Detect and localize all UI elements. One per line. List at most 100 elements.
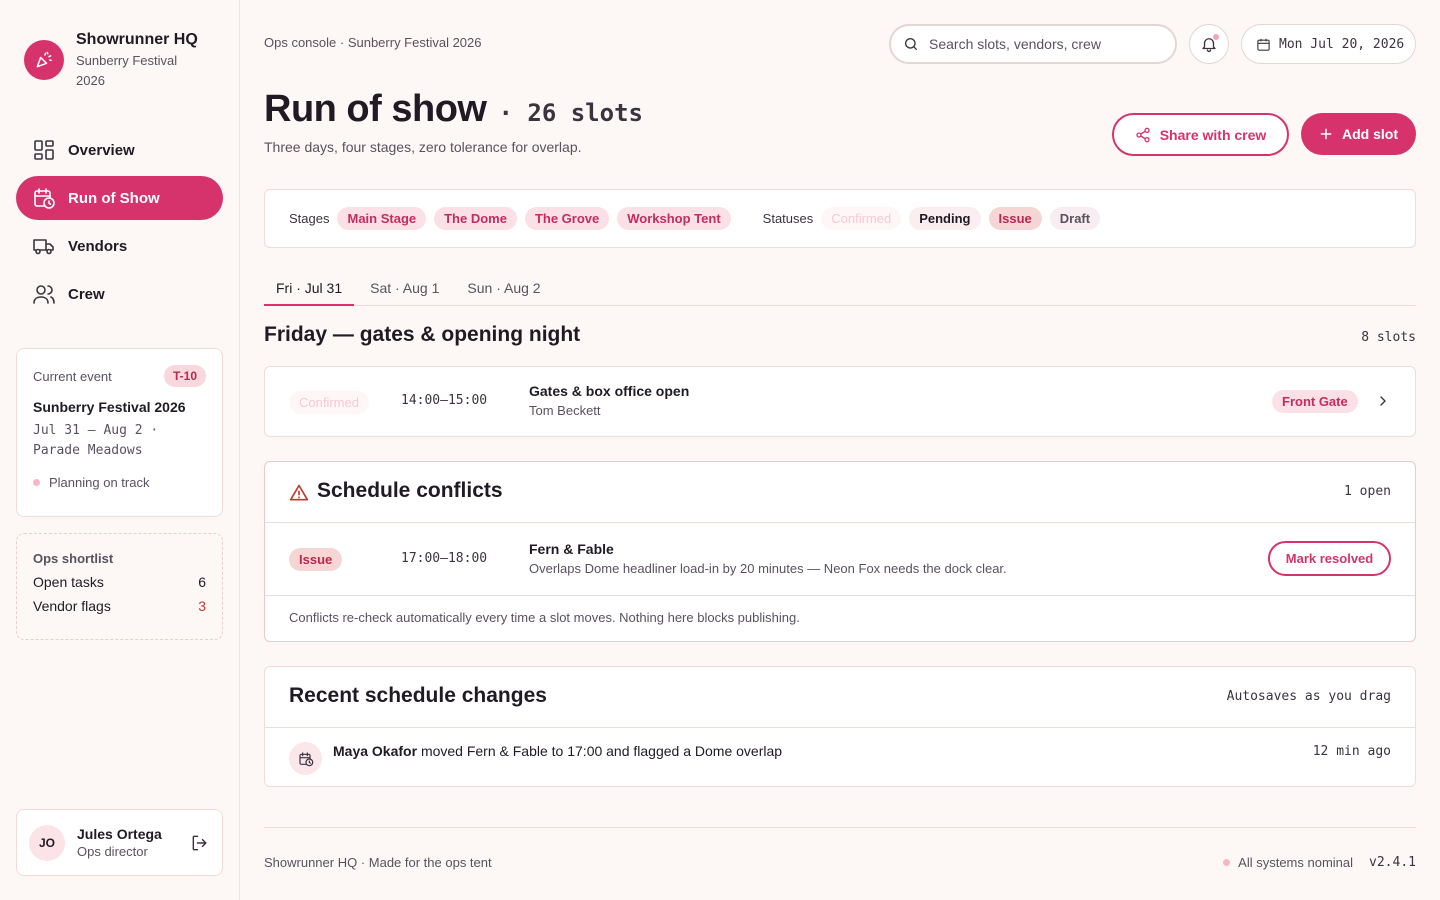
slot-row[interactable]: Confirmed 14:00–15:00 Gates & box office… bbox=[264, 366, 1416, 437]
page-title-row: Run of show · 26 slots bbox=[264, 88, 643, 131]
conflicts-header: Schedule conflicts 1 open bbox=[265, 462, 1415, 523]
stages-label: Stages bbox=[289, 211, 330, 226]
notifications-button[interactable] bbox=[1189, 24, 1229, 64]
notification-dot bbox=[1213, 34, 1219, 40]
schedule-conflicts-panel: Schedule conflicts 1 open Issue 17:00–18… bbox=[264, 461, 1416, 642]
shortlist-value: 3 bbox=[198, 598, 206, 614]
system-status: All systems nominal v2.4.1 bbox=[1223, 855, 1416, 870]
shortlist-label: Open tasks bbox=[33, 574, 104, 590]
user-name: Jules Ortega bbox=[77, 826, 162, 842]
filter-chip-draft[interactable]: Draft bbox=[1049, 207, 1101, 230]
shortlist-row-vendor-flags[interactable]: Vendor flags 3 bbox=[33, 598, 206, 614]
conflict-detail: Overlaps Dome headliner load-in by 20 mi… bbox=[529, 561, 1007, 576]
grid-icon bbox=[34, 140, 54, 160]
autosave-note: Autosaves as you drag bbox=[1226, 689, 1391, 704]
search-box[interactable] bbox=[889, 24, 1177, 64]
event-dates: Jul 31 – Aug 2 · Parade Meadows bbox=[33, 423, 159, 458]
shortlist-title: Ops shortlist bbox=[33, 551, 114, 566]
slot-title: Gates & box office open bbox=[529, 383, 690, 399]
footer: Showrunner HQ · Made for the ops tent Al… bbox=[264, 827, 1416, 887]
event-status: Planning on track bbox=[33, 475, 206, 490]
sidebar-item-label: Run of Show bbox=[68, 189, 160, 207]
filter-chip-the-grove[interactable]: The Grove bbox=[524, 207, 610, 230]
filter-chip-issue[interactable]: Issue bbox=[988, 207, 1042, 230]
sidebar-item-run-of-show[interactable]: Run of Show bbox=[16, 176, 223, 220]
changes-header: Recent schedule changes Autosaves as you… bbox=[265, 667, 1415, 728]
slot-owner: Tom Beckett bbox=[529, 403, 601, 418]
sidebar-item-vendors[interactable]: Vendors bbox=[16, 224, 223, 268]
filter-chip-pending[interactable]: Pending bbox=[909, 207, 981, 230]
shortlist-row-open-tasks[interactable]: Open tasks 6 bbox=[33, 574, 206, 590]
day-tabs: Fri · Jul 31 Sat · Aug 1 Sun · Aug 2 bbox=[264, 270, 1416, 306]
countdown-badge: T-10 bbox=[163, 365, 206, 387]
sidebar-item-overview[interactable]: Overview bbox=[16, 128, 223, 172]
sidebar-item-label: Overview bbox=[68, 141, 135, 159]
truck-icon bbox=[33, 239, 54, 255]
change-entry[interactable]: Maya Okafor moved Fern & Fable to 17:00 … bbox=[333, 743, 782, 759]
conflicts-note: Conflicts re-check automatically every t… bbox=[289, 610, 800, 625]
recent-changes-panel: Recent schedule changes Autosaves as you… bbox=[264, 666, 1416, 787]
sidebar-item-label: Crew bbox=[68, 285, 105, 303]
tab-sat-aug-1[interactable]: Sat · Aug 1 bbox=[358, 270, 451, 306]
current-event-card[interactable]: Current event T-10 Sunberry Festival 202… bbox=[16, 348, 223, 517]
event-card-label: Current event bbox=[33, 368, 112, 384]
day-section-title: Friday — gates & opening night bbox=[264, 323, 581, 346]
status-dot bbox=[1223, 859, 1231, 866]
slot-count: · 26 slots bbox=[498, 99, 643, 127]
conflict-title: Fern & Fable bbox=[529, 541, 614, 557]
change-text: moved Fern & Fable to 17:00 and flagged … bbox=[420, 743, 783, 759]
add-slot-button[interactable]: Add slot bbox=[1301, 113, 1416, 155]
brand[interactable]: Showrunner HQ Sunberry Festival 2026 bbox=[24, 30, 198, 91]
shortlist-value: 6 bbox=[198, 574, 206, 590]
change-time: 12 min ago bbox=[1312, 744, 1391, 759]
footer-text: Showrunner HQ · Made for the ops tent bbox=[264, 855, 492, 870]
conflict-time: 17:00–18:00 bbox=[401, 551, 488, 566]
system-status-text: All systems nominal bbox=[1238, 855, 1354, 870]
add-slot-label: Add slot bbox=[1342, 126, 1398, 142]
filter-bar: Stages Main Stage The Dome The Grove Wor… bbox=[264, 189, 1416, 248]
plus-icon bbox=[1320, 128, 1332, 140]
location-chip: Front Gate bbox=[1272, 390, 1358, 413]
sidebar: Showrunner HQ Sunberry Festival 2026 Ove… bbox=[0, 0, 240, 900]
status-badge: Confirmed bbox=[289, 391, 369, 414]
calendar-clock-icon bbox=[289, 742, 322, 775]
share-button-label: Share with crew bbox=[1159, 126, 1267, 143]
share-with-crew-button[interactable]: Share with crew bbox=[1112, 113, 1289, 156]
filter-chip-the-dome[interactable]: The Dome bbox=[434, 207, 517, 230]
event-title: Sunberry Festival 2026 bbox=[33, 399, 186, 415]
slot-time: 14:00–15:00 bbox=[401, 393, 488, 408]
sidebar-item-crew[interactable]: Crew bbox=[16, 272, 223, 316]
filter-chip-workshop-tent[interactable]: Workshop Tent bbox=[617, 207, 731, 230]
warning-icon bbox=[289, 484, 309, 501]
tab-sun-aug-2[interactable]: Sun · Aug 2 bbox=[455, 270, 552, 306]
logout-icon[interactable] bbox=[190, 833, 210, 853]
day-slot-count: 8 slots bbox=[1361, 330, 1416, 345]
tab-fri-jul-31[interactable]: Fri · Jul 31 bbox=[264, 270, 355, 306]
user-role: Ops director bbox=[77, 844, 148, 859]
share-icon bbox=[1136, 127, 1150, 142]
filter-chip-main-stage[interactable]: Main Stage bbox=[337, 207, 427, 230]
status-dot bbox=[33, 479, 40, 486]
shortlist-label: Vendor flags bbox=[33, 598, 111, 614]
conflicts-open-count: 1 open bbox=[1344, 484, 1391, 499]
app-version: v2.4.1 bbox=[1369, 855, 1416, 870]
changes-title: Recent schedule changes bbox=[289, 684, 547, 707]
sidebar-item-label: Vendors bbox=[68, 237, 128, 255]
ops-shortlist: Ops shortlist Open tasks 6 Vendor flags … bbox=[16, 533, 223, 640]
calendar-icon bbox=[1257, 38, 1270, 51]
sidebar-nav: Overview Run of Show Vendors Crew bbox=[16, 128, 223, 320]
chevron-right-icon[interactable] bbox=[1375, 393, 1391, 409]
party-popper-icon bbox=[24, 40, 64, 80]
search-input[interactable] bbox=[929, 36, 1159, 52]
mark-resolved-button[interactable]: Mark resolved bbox=[1268, 541, 1391, 576]
users-icon bbox=[33, 285, 55, 304]
filter-chip-confirmed[interactable]: Confirmed bbox=[821, 207, 902, 230]
page-subtitle: Three days, four stages, zero tolerance … bbox=[264, 139, 582, 155]
date-picker[interactable]: Mon Jul 20, 2026 bbox=[1241, 24, 1416, 64]
calendar-clock-icon bbox=[34, 188, 55, 209]
conflict-row[interactable]: Issue 17:00–18:00 Fern & Fable Overlaps … bbox=[265, 523, 1415, 596]
user-card: JO Jules Ortega Ops director bbox=[16, 809, 223, 876]
avatar[interactable]: JO bbox=[29, 824, 65, 861]
brand-name: Showrunner HQ bbox=[76, 31, 198, 48]
status-badge: Issue bbox=[289, 548, 343, 571]
